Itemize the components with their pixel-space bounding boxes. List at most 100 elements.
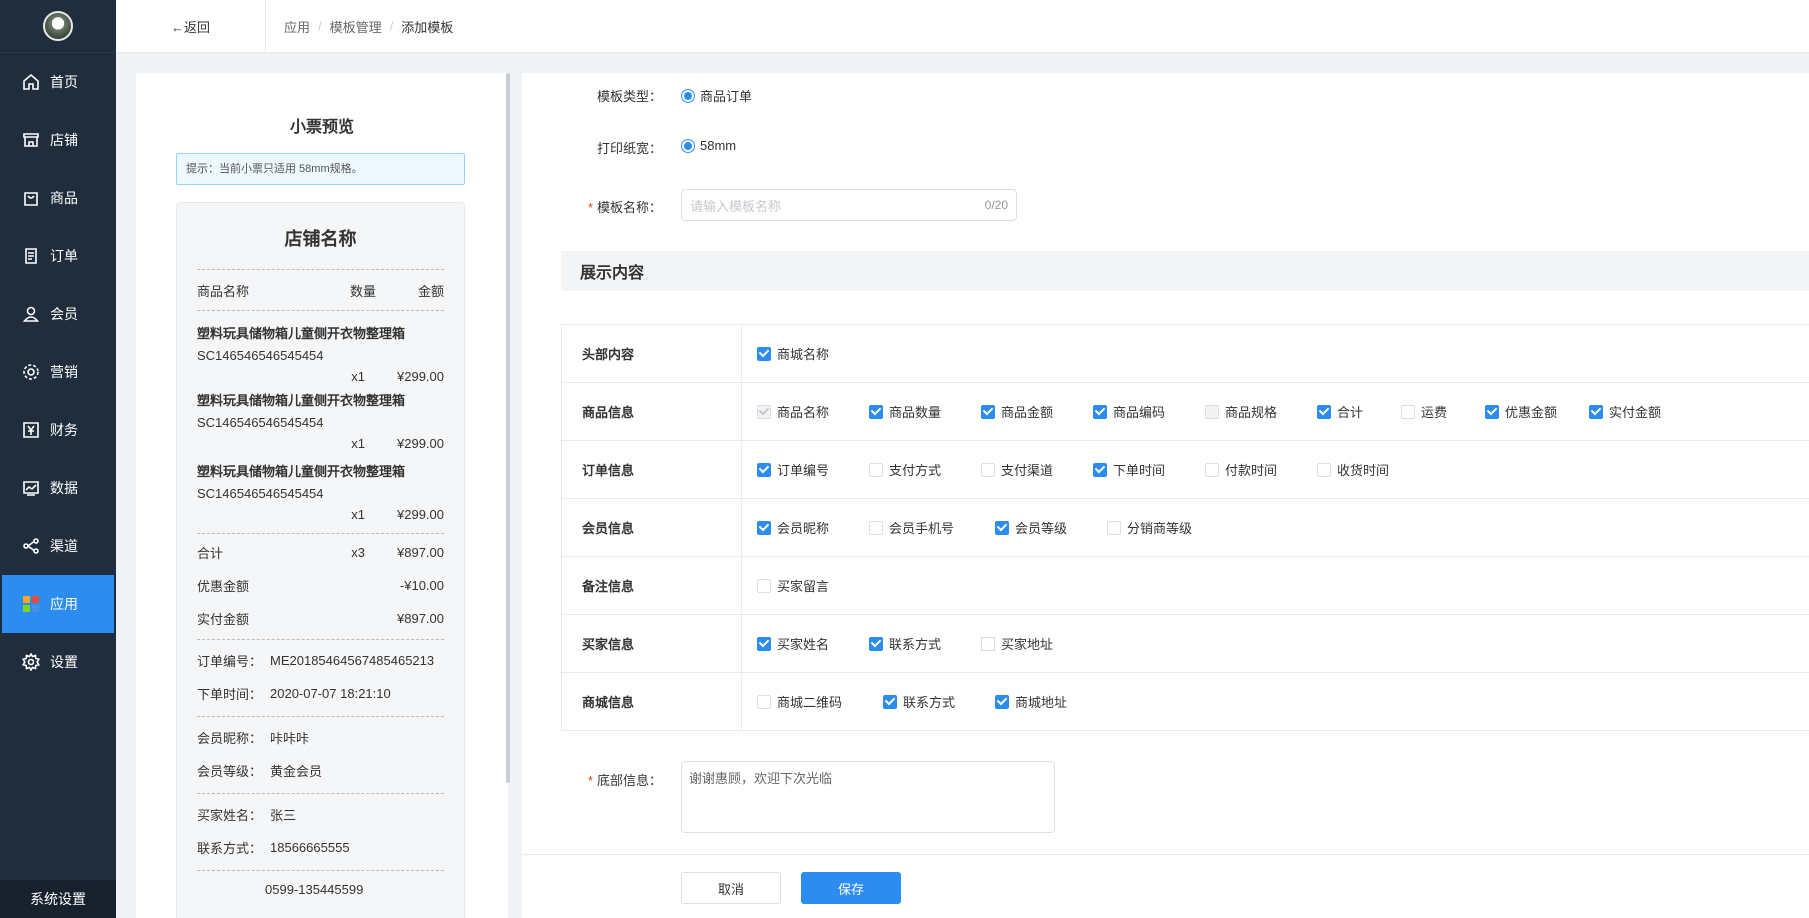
sidebar-item-members[interactable]: 会员 — [0, 285, 116, 343]
checkbox-member-nick[interactable]: 会员昵称 — [757, 518, 869, 537]
receipt-member-nick-value: 咔咔咔 — [270, 731, 310, 746]
receipt-member-nick-label: 会员昵称： — [197, 731, 263, 746]
checkbox-distributor-level[interactable]: 分销商等级 — [1107, 518, 1219, 537]
checkbox-mall-contact[interactable]: 联系方式 — [883, 692, 995, 711]
paper-width-radio[interactable]: 58mm — [681, 138, 736, 153]
checkbox-order-no[interactable]: 订单编号 — [757, 460, 869, 479]
receipt-discount-amount: -¥10.00 — [399, 578, 444, 593]
receipt-order-no: 订单编号： ME20185464567485465213 — [197, 644, 444, 677]
sidebar-item-label: 渠道 — [50, 538, 78, 554]
checkbox-total[interactable]: 合计 — [1317, 402, 1401, 421]
sidebar-item-settings[interactable]: 设置 — [0, 633, 116, 691]
checkbox-mall-address[interactable]: 商城地址 — [995, 692, 1107, 711]
checkbox-pay-channel[interactable]: 支付渠道 — [981, 460, 1093, 479]
display-options-table: 头部内容 商城名称 商品信息 商品名称 商品数量 商品金额 商品编码 商品规格 … — [561, 324, 1809, 731]
preview-title: 小票预览 — [289, 119, 354, 136]
checkbox-buyer-contact[interactable]: 联系方式 — [869, 634, 981, 653]
options-row-category: 备注信息 — [562, 557, 742, 614]
checkbox-label: 合计 — [1337, 405, 1364, 420]
checkbox-checked-icon — [757, 346, 771, 361]
checkbox-checked-icon — [995, 694, 1009, 709]
scrollbar[interactable] — [506, 73, 510, 783]
options-row-items: 商城二维码 联系方式 商城地址 — [742, 673, 1107, 730]
checkbox-mall-qrcode[interactable]: 商城二维码 — [757, 692, 883, 711]
checkbox-buyer-message[interactable]: 买家留言 — [757, 576, 829, 595]
logo[interactable] — [0, 0, 116, 53]
divider — [197, 716, 444, 717]
sidebar-item-label: 店铺 — [50, 132, 78, 148]
options-row-member: 会员信息 会员昵称 会员手机号 会员等级 分销商等级 — [562, 499, 1809, 557]
sidebar-item-label: 首页 — [50, 74, 78, 90]
system-settings-link[interactable]: 系统设置 — [0, 880, 116, 918]
sidebar-item-label: 营销 — [50, 364, 78, 380]
sidebar-item-home[interactable]: 首页 — [0, 53, 116, 111]
checkbox-checked-icon — [981, 404, 995, 419]
checkbox-member-phone[interactable]: 会员手机号 — [869, 518, 995, 537]
sidebar-item-orders[interactable]: 订单 — [0, 227, 116, 285]
receipt-discount: 优惠金额 -¥10.00 — [197, 569, 444, 602]
checkbox-label: 商品编码 — [1113, 405, 1166, 420]
checkbox-member-level[interactable]: 会员等级 — [995, 518, 1107, 537]
template-type-radio[interactable]: 商品订单 — [681, 86, 752, 105]
options-row-items: 买家留言 — [742, 557, 829, 614]
sidebar-item-label: 设置 — [50, 654, 78, 670]
footer-info-label: * 底部信息： — [542, 770, 662, 789]
footer-info-textarea[interactable]: 谢谢惠顾，欢迎下次光临 — [681, 761, 1055, 833]
cancel-button[interactable]: 取消 — [681, 872, 781, 904]
breadcrumb-item-templates[interactable]: 模板管理 — [330, 17, 382, 36]
checkbox-label: 联系方式 — [903, 695, 956, 710]
sidebar-item-channels[interactable]: 渠道 — [0, 517, 116, 575]
char-count: 0/20 — [984, 198, 1008, 212]
receipt-order-no-value: ME20185464567485465213 — [270, 653, 435, 668]
template-name-placeholder: 请输入模板名称 — [690, 198, 782, 214]
share-icon — [22, 537, 40, 555]
sidebar-item-finance[interactable]: 财务 — [0, 401, 116, 459]
checkbox-checked-icon — [757, 636, 771, 651]
template-type-label: 模板类型： — [596, 89, 662, 104]
sidebar-item-apps[interactable]: 应用 — [2, 575, 114, 633]
checkbox-buyer-address[interactable]: 买家地址 — [981, 634, 1093, 653]
checkbox-goods-spec: 商品规格 — [1205, 402, 1317, 421]
checkbox-discount[interactable]: 优惠金额 — [1485, 402, 1589, 421]
checkbox-goods-amount[interactable]: 商品金额 — [981, 402, 1093, 421]
checkbox-label: 商城二维码 — [777, 695, 843, 710]
receipt-member-nick: 会员昵称： 咔咔咔 — [197, 721, 444, 754]
checkbox-checked-icon — [1589, 404, 1603, 419]
checkbox-pay-time[interactable]: 付款时间 — [1205, 460, 1317, 479]
paper-width-label: 打印纸宽： — [596, 141, 662, 156]
checkbox-paid[interactable]: 实付金额 — [1589, 402, 1701, 421]
options-row-category: 商品信息 — [562, 383, 742, 440]
breadcrumb-item-apps[interactable]: 应用 — [284, 17, 310, 36]
sidebar-item-label: 数据 — [50, 480, 78, 496]
receipt-item-qty-price: x1 ¥299.00 — [197, 369, 444, 384]
template-name-input[interactable]: 请输入模板名称 0/20 — [681, 189, 1017, 221]
checkbox-label: 买家姓名 — [777, 637, 830, 652]
checkbox-receive-time[interactable]: 收货时间 — [1317, 460, 1429, 479]
sidebar-item-marketing[interactable]: 营销 — [0, 343, 116, 401]
options-row-category: 订单信息 — [562, 441, 742, 498]
sidebar-item-store[interactable]: 店铺 — [0, 111, 116, 169]
checkbox-goods-qty[interactable]: 商品数量 — [869, 402, 981, 421]
checkbox-pay-method[interactable]: 支付方式 — [869, 460, 981, 479]
options-row-items: 买家姓名 联系方式 买家地址 — [742, 615, 1093, 672]
checkbox-unchecked-icon — [1205, 462, 1219, 477]
checkbox-order-time[interactable]: 下单时间 — [1093, 460, 1205, 479]
back-link[interactable]: ←返回 — [116, 0, 266, 53]
save-button[interactable]: 保存 — [801, 872, 901, 904]
checkbox-goods-name: 商品名称 — [757, 402, 869, 421]
store-icon — [22, 131, 40, 149]
checkbox-shipping[interactable]: 运费 — [1401, 402, 1485, 421]
checkbox-mall-name[interactable]: 商城名称 — [757, 344, 829, 363]
avatar — [43, 11, 73, 41]
topbar: ←返回 应用 / 模板管理 / 添加模板 — [116, 0, 1809, 53]
receipt-order-no-label: 订单编号： — [197, 654, 263, 669]
checkbox-goods-code[interactable]: 商品编码 — [1093, 402, 1205, 421]
checkbox-label: 会员手机号 — [889, 521, 955, 536]
sidebar-item-goods[interactable]: 商品 — [0, 169, 116, 227]
receipt-discount-label: 优惠金额 — [197, 579, 250, 594]
sidebar-item-data[interactable]: 数据 — [0, 459, 116, 517]
receipt-item-name: 塑料玩具储物箱儿童侧开衣物整理箱 — [197, 326, 406, 341]
receipt-buyer-phone-value: 18566665555 — [270, 840, 350, 855]
checkbox-label: 支付渠道 — [1001, 463, 1054, 478]
checkbox-buyer-name[interactable]: 买家姓名 — [757, 634, 869, 653]
